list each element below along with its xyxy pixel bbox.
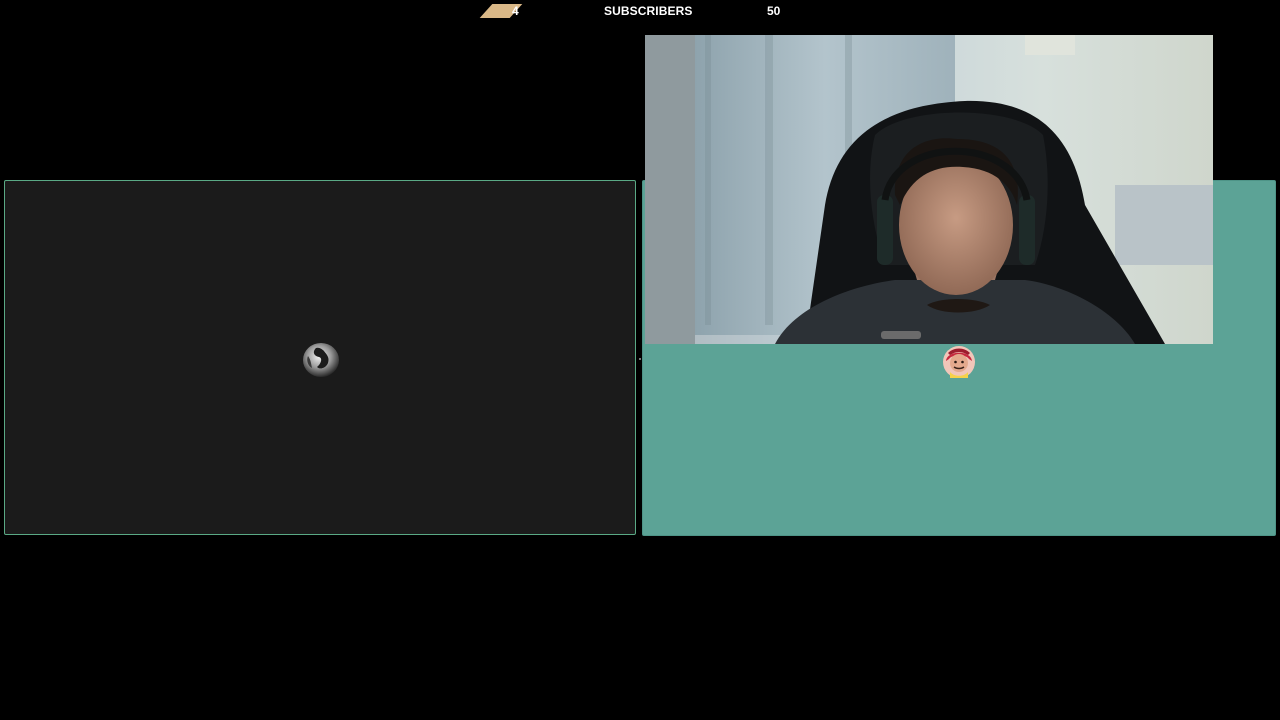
webcam-feed: [645, 35, 1213, 344]
subscriber-goal-bar: 4 SUBSCRIBERS 50: [0, 0, 1280, 24]
divider-dot: [639, 358, 641, 360]
subscriber-count: 4: [512, 4, 519, 18]
subscriber-label: SUBSCRIBERS: [604, 4, 693, 18]
cartoon-avatar-icon: [943, 346, 975, 378]
subscriber-goal: 50: [767, 4, 781, 18]
loading-globe-icon: [303, 343, 339, 377]
